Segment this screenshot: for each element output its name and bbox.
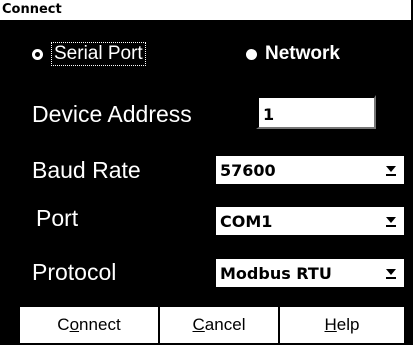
- radio-selected-icon: [32, 48, 43, 60]
- protocol-select[interactable]: Modbus RTU: [214, 257, 404, 287]
- connect-button[interactable]: Connect: [20, 307, 158, 343]
- device-address-input[interactable]: [256, 95, 376, 129]
- chevron-down-icon[interactable]: [380, 208, 402, 234]
- protocol-label: Protocol: [32, 259, 117, 285]
- chevron-down-icon[interactable]: [380, 157, 402, 183]
- radio-unselected-icon: [246, 48, 257, 60]
- connect-dialog: Connect Serial Port Network Device Addre…: [0, 0, 413, 345]
- baud-rate-select[interactable]: 57600: [214, 154, 404, 184]
- serial-port-label: Serial Port: [51, 42, 146, 66]
- serial-port-radio[interactable]: Serial Port: [32, 42, 146, 66]
- protocol-value: Modbus RTU: [220, 263, 332, 283]
- window-title: Connect: [0, 0, 411, 22]
- help-button[interactable]: Help: [280, 307, 404, 343]
- port-select[interactable]: COM1: [214, 205, 404, 235]
- mnemonic-char: H: [324, 315, 337, 334]
- chevron-down-icon[interactable]: [380, 260, 402, 286]
- connection-type-group: Serial Port Network: [0, 42, 411, 72]
- mnemonic-char: o: [69, 315, 80, 334]
- baud-rate-value: 57600: [220, 160, 276, 180]
- cancel-button[interactable]: Cancel: [160, 307, 278, 343]
- baud-rate-label: Baud Rate: [32, 157, 141, 183]
- port-value: COM1: [220, 211, 273, 231]
- port-label: Port: [36, 205, 79, 231]
- mnemonic-char: C: [192, 315, 205, 334]
- network-radio[interactable]: Network: [246, 42, 340, 66]
- network-label: Network: [265, 43, 340, 64]
- device-address-label: Device Address: [32, 101, 192, 127]
